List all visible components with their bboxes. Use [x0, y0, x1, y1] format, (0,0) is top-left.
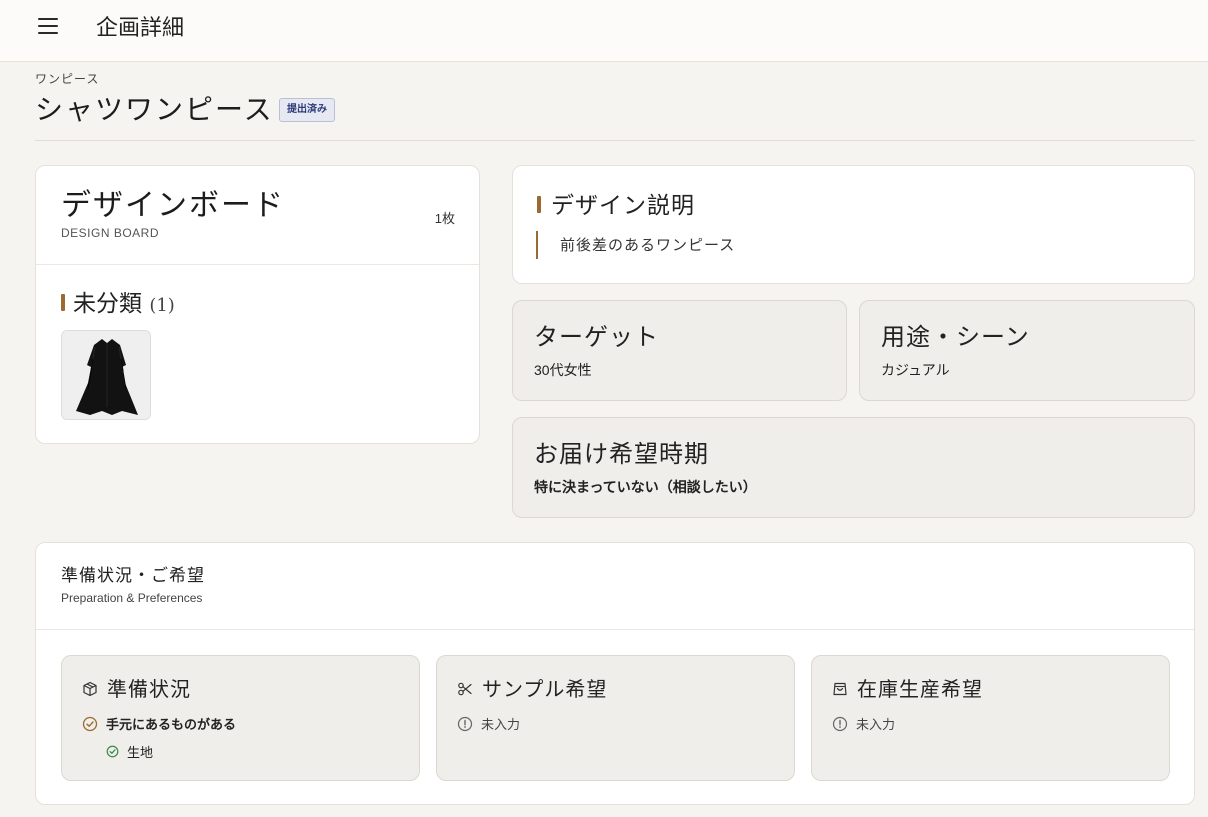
alert-circle-icon	[832, 716, 848, 731]
preparation-sub-item: 生地	[106, 742, 153, 761]
preparation-status-panel: 準備状況 手元にあるものがある 生地	[61, 655, 420, 781]
usage-value: カジュアル	[881, 362, 950, 378]
page-title: シャツワンピース	[35, 93, 274, 126]
app-header: 企画詳細	[0, 0, 1208, 62]
scissors-icon	[458, 682, 472, 696]
usage-card: 用途・シーン カジュアル	[859, 300, 1195, 401]
sample-request-value: 未入力	[481, 717, 521, 732]
sample-request-row: 未入力	[457, 714, 520, 733]
usage-title: 用途・シーン	[881, 323, 1030, 351]
shopping-bag-icon	[833, 682, 847, 696]
design-board-title: デザインボード	[61, 188, 285, 223]
preparation-card: 準備状況・ご希望 Preparation & Preferences 準備状況 …	[35, 542, 1195, 805]
target-value: 30代女性	[534, 362, 592, 378]
title-divider	[35, 140, 1195, 141]
target-card: ターゲット 30代女性	[512, 300, 847, 401]
divider	[36, 264, 479, 265]
design-description-card: デザイン説明 前後差のあるワンピース	[512, 165, 1195, 284]
accent-bar	[61, 294, 65, 311]
accent-bar	[537, 196, 541, 213]
check-circle-icon	[106, 745, 119, 758]
check-circle-icon	[82, 716, 98, 731]
alert-circle-icon	[457, 716, 473, 731]
preparation-status-value: 手元にあるものがある	[106, 717, 237, 732]
design-board-subtitle: DESIGN BOARD	[61, 226, 160, 240]
header-title: 企画詳細	[96, 16, 185, 41]
stock-production-title: 在庫生産希望	[857, 677, 983, 701]
design-thumbnail[interactable]	[61, 330, 151, 420]
stock-production-value: 未入力	[856, 717, 896, 732]
stock-production-row: 未入力	[832, 714, 895, 733]
preparation-sub-item-label: 生地	[127, 745, 154, 760]
preparation-title: 準備状況・ご希望	[61, 566, 205, 586]
divider	[36, 629, 1194, 630]
hamburger-menu-icon[interactable]	[38, 17, 60, 35]
preparation-status-title: 準備状況	[107, 677, 191, 701]
status-badge: 提出済み	[279, 98, 335, 122]
category-count: (1)	[149, 295, 175, 316]
box-icon	[83, 681, 97, 697]
black-shirt-dress-image	[62, 331, 150, 419]
delivery-card: お届け希望時期 特に決まっていない（相談したい）	[512, 417, 1195, 518]
delivery-title: お届け希望時期	[534, 440, 709, 468]
preparation-status-row: 手元にあるものがある	[82, 714, 236, 733]
stock-production-panel: 在庫生産希望 未入力	[811, 655, 1170, 781]
preparation-subtitle: Preparation & Preferences	[61, 591, 203, 605]
design-description-title: デザイン説明	[551, 193, 695, 219]
target-title: ターゲット	[534, 323, 659, 351]
delivery-value: 特に決まっていない（相談したい）	[534, 479, 757, 495]
design-board-count: 1枚	[434, 211, 455, 226]
breadcrumb-category: ワンピース	[35, 72, 100, 86]
design-board-card: デザインボード DESIGN BOARD 1枚 未分類 (1)	[35, 165, 480, 444]
sample-request-title: サンプル希望	[482, 677, 608, 701]
quote-bar	[536, 231, 538, 259]
design-description-text: 前後差のあるワンピース	[560, 236, 736, 254]
category-heading: 未分類 (1)	[73, 284, 175, 318]
category-name: 未分類	[73, 291, 142, 317]
sample-request-panel: サンプル希望 未入力	[436, 655, 795, 781]
